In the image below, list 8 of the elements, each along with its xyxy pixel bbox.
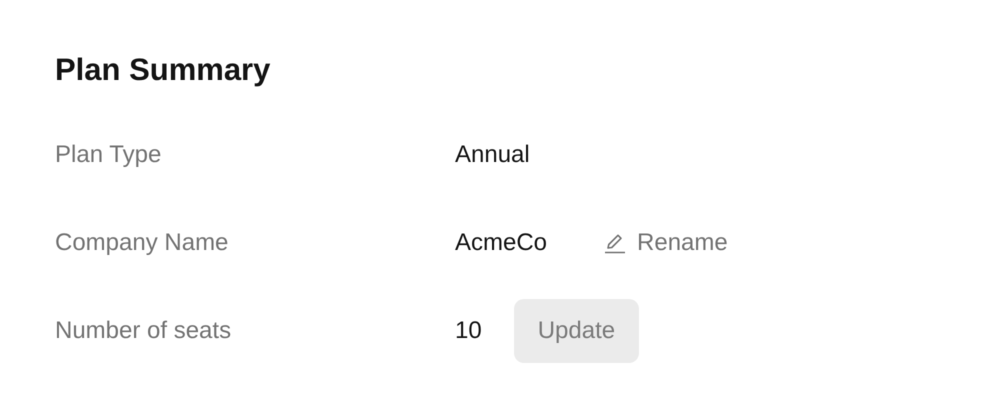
field-label: Company Name (55, 229, 230, 257)
field-value: AcmeCo (455, 229, 548, 257)
field-value: Annual (455, 141, 530, 169)
rename-link[interactable]: Rename (637, 229, 728, 257)
field-label: Plan Type (55, 141, 162, 169)
field-value: 10 (455, 317, 482, 345)
field-label: Number of seats (55, 317, 232, 345)
section-title: Plan Summary (55, 52, 272, 88)
